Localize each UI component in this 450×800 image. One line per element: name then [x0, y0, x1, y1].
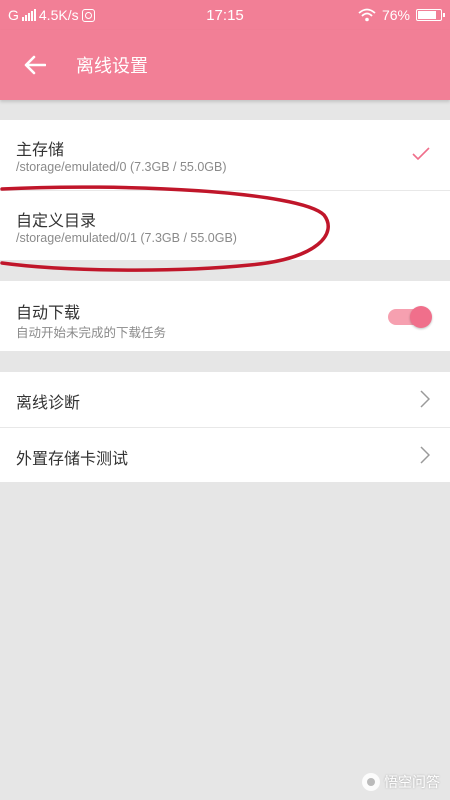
page-title: 离线设置 — [76, 56, 148, 77]
auto-download-row[interactable]: 自动下载 自动开始未完成的下载任务 — [0, 281, 450, 351]
offline-diagnosis-row[interactable]: 离线诊断 — [0, 372, 450, 427]
auto-download-toggle[interactable] — [388, 306, 432, 328]
auto-download-subtitle: 自动开始未完成的下载任务 — [16, 326, 167, 340]
watermark: 悟空问答 — [362, 772, 440, 792]
status-bar: G 4.5K/s 17:15 76% — [0, 0, 450, 30]
storage-section: 主存储 /storage/emulated/0 (7.3GB / 55.0GB)… — [0, 120, 450, 260]
watermark-logo-icon — [362, 773, 380, 791]
storage-item-path: /storage/emulated/0 (7.3GB / 55.0GB) — [16, 160, 227, 174]
offline-diagnosis-label: 离线诊断 — [16, 393, 81, 412]
check-icon — [412, 147, 430, 161]
back-button[interactable] — [18, 50, 52, 80]
wifi-icon — [358, 8, 376, 22]
storage-item-title: 自定义目录 — [16, 211, 97, 230]
sdcard-test-row[interactable]: 外置存储卡测试 — [0, 427, 450, 482]
chevron-right-icon — [420, 390, 430, 408]
auto-download-section: 自动下载 自动开始未完成的下载任务 — [0, 281, 450, 351]
storage-item-path: /storage/emulated/0/1 (7.3GB / 55.0GB) — [16, 231, 237, 245]
storage-item-primary[interactable]: 主存储 /storage/emulated/0 (7.3GB / 55.0GB) — [0, 120, 450, 190]
tools-section: 离线诊断 外置存储卡测试 — [0, 372, 450, 482]
app-bar: 离线设置 — [0, 30, 450, 100]
status-right: 76% — [358, 0, 445, 30]
sdcard-test-label: 外置存储卡测试 — [16, 449, 129, 468]
toggle-knob — [410, 306, 432, 328]
clock: 17:15 — [206, 6, 244, 24]
chevron-right-icon — [420, 446, 430, 464]
battery-icon — [416, 9, 445, 21]
watermark-text: 悟空问答 — [384, 775, 440, 791]
auto-download-title: 自动下载 — [16, 303, 81, 322]
battery-percent: 76% — [381, 7, 410, 23]
storage-item-custom[interactable]: 自定义目录 /storage/emulated/0/1 (7.3GB / 55.… — [0, 190, 450, 260]
arrow-left-icon — [24, 55, 46, 75]
storage-item-title: 主存储 — [16, 140, 65, 159]
